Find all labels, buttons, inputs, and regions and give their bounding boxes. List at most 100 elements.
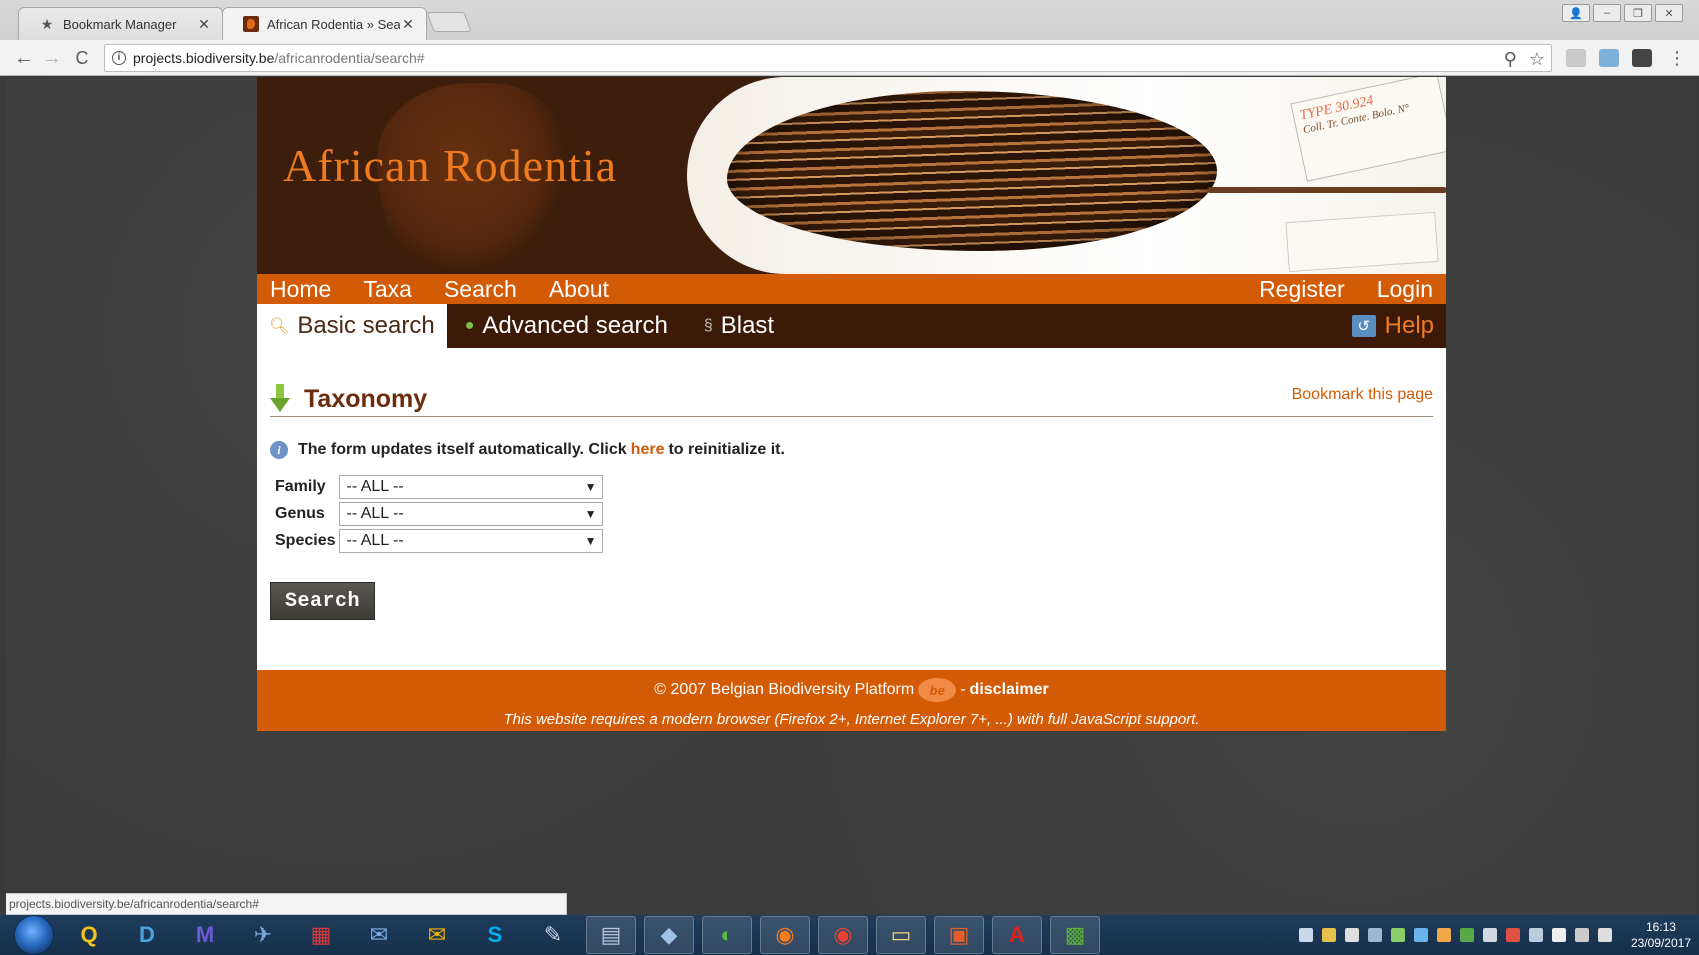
taskbar-app16-icon[interactable]: ▣: [934, 916, 984, 954]
taskbar-app5-icon[interactable]: ▦: [296, 916, 346, 954]
rodent-specimen-image: [727, 91, 1217, 251]
species-select[interactable]: -- ALL -- ▼: [339, 529, 604, 553]
taxonomy-filters: Family -- ALL -- ▼ Genus -- ALL -- ▼ Speci…: [275, 473, 607, 554]
tab-bookmark-manager[interactable]: ★ Bookmark Manager ✕: [18, 7, 223, 40]
copyright-text: © 2007 Belgian Biodiversity Platform: [654, 681, 915, 698]
filter-row: Family -- ALL -- ▼: [275, 473, 607, 500]
search-form-panel: Taxonomy Bookmark this page i The form u…: [257, 348, 1446, 670]
taskbar-app11-icon[interactable]: ◆: [644, 916, 694, 954]
site-info-icon[interactable]: i: [112, 51, 126, 65]
taskbar-firefox-icon[interactable]: ◉: [760, 916, 810, 954]
tray-icon[interactable]: [1344, 928, 1359, 942]
minimize-button[interactable]: –: [1593, 4, 1621, 22]
volume-icon[interactable]: [1597, 928, 1612, 942]
taskbar-thunderbird-icon[interactable]: ✉: [354, 916, 404, 954]
site-banner: African Rodentia TYPE 30.924 Coll. Tr. C…: [257, 77, 1446, 274]
zoom-icon[interactable]: ⚲: [1504, 46, 1517, 72]
user-icon[interactable]: 👤: [1562, 4, 1590, 22]
forward-arrow-icon[interactable]: →: [40, 46, 64, 70]
family-select[interactable]: -- ALL -- ▼: [339, 475, 604, 499]
reinitialize-link[interactable]: here: [631, 441, 665, 459]
page-viewport: African Rodentia TYPE 30.924 Coll. Tr. C…: [6, 77, 1696, 915]
address-bar[interactable]: i projects.biodiversity.be/africanrodent…: [104, 44, 1552, 72]
tray-icon[interactable]: [1482, 928, 1497, 942]
tab-title: Bookmark Manager: [63, 16, 177, 32]
close-window-button[interactable]: ✕: [1655, 4, 1683, 22]
system-tray: 16:13 23/09/2017: [1298, 915, 1699, 955]
network-icon[interactable]: [1574, 928, 1589, 942]
tab-blast[interactable]: § Blast: [680, 304, 786, 348]
dna-icon: §: [703, 317, 713, 334]
menu-icon[interactable]: ⋮: [1665, 46, 1689, 70]
advanced-search-icon: ●: [464, 317, 475, 334]
status-bar-url: projects.biodiversity.be/africanrodentia…: [6, 893, 567, 915]
dropdown-arrow-icon: ▼: [584, 480, 597, 494]
taskbar-file-explorer-icon[interactable]: ▭: [876, 916, 926, 954]
taskbar-skype-icon[interactable]: S: [470, 916, 520, 954]
help-icon: ↺: [1351, 315, 1376, 337]
taskbar-qgis-icon[interactable]: Q: [64, 916, 114, 954]
taskbar-app4-icon[interactable]: ✈: [238, 916, 288, 954]
taskbar-app9-icon[interactable]: ✎: [528, 916, 578, 954]
nav-about[interactable]: About: [549, 276, 609, 303]
tray-icon[interactable]: [1367, 928, 1382, 942]
tray-icon[interactable]: [1505, 928, 1520, 942]
tray-icon[interactable]: [1459, 928, 1474, 942]
main-navigation: Home Taxa Search About Register Login: [257, 274, 1446, 304]
nav-search[interactable]: Search: [444, 276, 517, 303]
back-arrow-icon[interactable]: ←: [12, 46, 36, 70]
windows-taskbar: Q D M ✈ ▦ ✉ ✉ S ✎ ▤ ◆ ◐ ◉ ◉ ▭ ▣ A ▩ 16:13 23/09/2017: [0, 915, 1699, 955]
tray-icon[interactable]: [1413, 928, 1428, 942]
new-tab-button[interactable]: [426, 12, 472, 32]
info-icon: i: [270, 441, 288, 459]
disclaimer-link[interactable]: disclaimer: [970, 681, 1049, 699]
nav-home[interactable]: Home: [270, 276, 331, 303]
taskbar-calculator-icon[interactable]: ▤: [586, 916, 636, 954]
taskbar-app3-icon[interactable]: M: [180, 916, 230, 954]
tab-african-rodentia[interactable]: African Rodentia » Searc ✕: [222, 7, 427, 40]
extension-icon[interactable]: [1632, 49, 1652, 67]
tray-icon[interactable]: [1321, 928, 1336, 942]
bookmark-star-icon[interactable]: ☆: [1529, 46, 1545, 72]
taskbar-apps: Q D M ✈ ▦ ✉ ✉ S ✎ ▤ ◆ ◐ ◉ ◉ ▭ ▣ A ▩: [64, 916, 1108, 954]
dropdown-arrow-icon: ▼: [584, 507, 597, 521]
bookmark-this-page-link[interactable]: Bookmark this page: [1292, 386, 1433, 414]
section-header: Taxonomy Bookmark this page: [270, 384, 1433, 417]
clock[interactable]: 16:13 23/09/2017: [1631, 919, 1691, 951]
taskbar-app12-icon[interactable]: ◐: [702, 916, 752, 954]
dropdown-arrow-icon: ▼: [584, 534, 597, 548]
extension-icon[interactable]: [1599, 49, 1619, 67]
taskbar-directory-opus-icon[interactable]: D: [122, 916, 172, 954]
close-tab-icon[interactable]: ✕: [196, 16, 212, 33]
taskbar-acrobat-icon[interactable]: A: [992, 916, 1042, 954]
browser-toolbar: ← → C i projects.biodiversity.be/african…: [0, 40, 1699, 76]
close-tab-icon[interactable]: ✕: [400, 16, 416, 33]
restore-button[interactable]: ❐: [1624, 4, 1652, 22]
nav-login[interactable]: Login: [1377, 276, 1433, 303]
extension-icon[interactable]: [1566, 49, 1586, 67]
help-link[interactable]: ↺ Help: [1340, 304, 1446, 348]
power-icon[interactable]: [1551, 928, 1566, 942]
genus-select[interactable]: -- ALL -- ▼: [339, 502, 604, 526]
family-label: Family: [275, 478, 326, 495]
tray-icon[interactable]: [1436, 928, 1451, 942]
star-icon: ★: [40, 15, 54, 32]
taskbar-outlook-folder-icon[interactable]: ✉: [412, 916, 462, 954]
tab-advanced-search[interactable]: ● Advanced search: [447, 304, 680, 348]
filter-row: Genus -- ALL -- ▼: [275, 500, 607, 527]
search-button[interactable]: Search: [270, 582, 375, 620]
tab-title: African Rodentia » Searc: [267, 16, 400, 32]
african-rodentia-favicon: [243, 16, 259, 32]
filter-row: Species -- ALL -- ▼: [275, 527, 607, 554]
nav-register[interactable]: Register: [1259, 276, 1345, 303]
taskbar-app18-icon[interactable]: ▩: [1050, 916, 1100, 954]
start-button[interactable]: [14, 915, 54, 955]
tray-icon[interactable]: [1298, 928, 1313, 942]
reload-icon[interactable]: C: [70, 46, 94, 70]
flag-icon[interactable]: [1528, 928, 1543, 942]
nav-taxa[interactable]: Taxa: [363, 276, 412, 303]
taskbar-chrome-icon[interactable]: ◉: [818, 916, 868, 954]
tray-icon[interactable]: [1390, 928, 1405, 942]
tab-basic-search[interactable]: 🔍︎ Basic search: [257, 304, 447, 348]
site-title: African Rodentia: [283, 140, 618, 191]
